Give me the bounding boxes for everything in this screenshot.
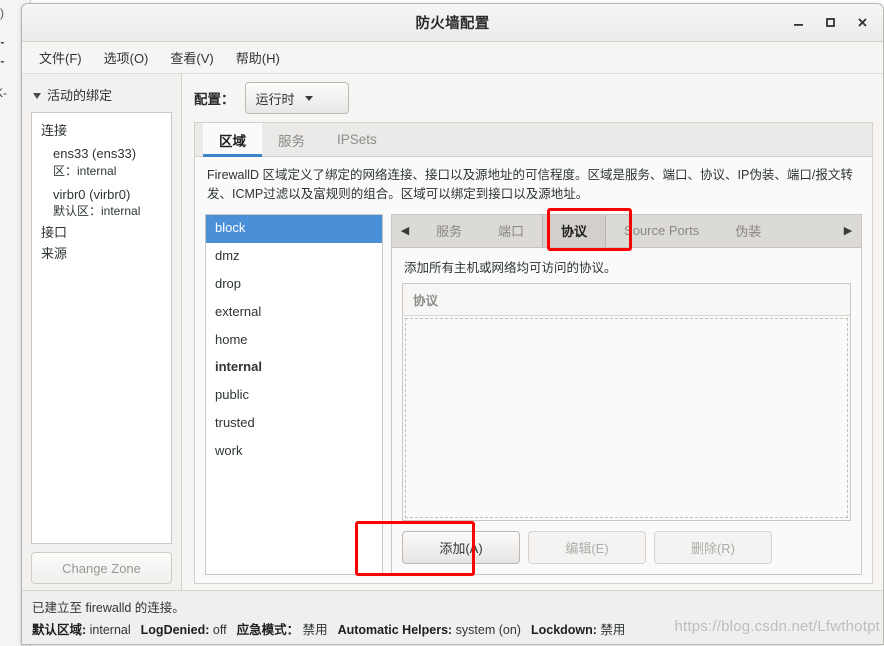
status-logdenied: LogDenied: off: [141, 623, 227, 637]
connection-zone: 区：internal: [53, 163, 117, 178]
zone-item-work[interactable]: work: [206, 438, 382, 466]
status-value: off: [212, 623, 227, 637]
edit-button: 编辑(E): [528, 531, 646, 564]
menubar: 文件(F) 选项(O) 查看(V) 帮助(H): [22, 42, 883, 74]
status-key: 应急模式：: [236, 623, 300, 637]
status-value: system (on): [455, 623, 521, 637]
main-body: 活动的绑定 连接 ens33 (ens33) 区：internal virbr0…: [22, 74, 883, 590]
status-items: 默认区域: internal LogDenied: off 应急模式： 禁用 A…: [32, 619, 873, 638]
background-fragment-3: l-: [0, 54, 5, 68]
bindings-list[interactable]: 连接 ens33 (ens33) 区：internal virbr0 (virb…: [31, 112, 172, 544]
connection-item-ens33[interactable]: ens33 (ens33) 区：internal: [41, 141, 162, 182]
zone-item-block[interactable]: block: [206, 214, 382, 243]
status-automatic-helpers: Automatic Helpers: system (on): [338, 623, 521, 637]
protocol-table-body[interactable]: [405, 317, 848, 518]
main-notebook: 区域 服务 IPSets FirewallD 区域定义了绑定的网络连接、接口以及…: [194, 122, 873, 584]
background-fragment-4: K-: [0, 86, 7, 100]
zone-subtabs: ◀ 服务 端口 协议 Source Ports 伪装 ▶: [392, 214, 861, 248]
status-panic-mode: 应急模式： 禁用: [237, 619, 328, 638]
connection-name: virbr0 (virbr0): [53, 186, 131, 202]
menu-help[interactable]: 帮助(H): [227, 45, 289, 70]
connection-status-message: 已建立至 firewalld 的连接。: [32, 601, 185, 615]
active-bindings-expander[interactable]: 活动的绑定: [31, 82, 172, 112]
window-title: 防火墙配置: [415, 16, 490, 32]
minimize-icon[interactable]: [783, 9, 813, 37]
tab-zones[interactable]: 区域: [203, 123, 262, 157]
zone-item-trusted[interactable]: trusted: [206, 410, 382, 438]
firewall-config-window: 防火墙配置 文件(F) 选项(O) 查看(V) 帮助(H) 活动的绑定 连接 e…: [21, 3, 884, 645]
subtab-spacer: [779, 215, 835, 247]
connection-zone: 默认区：internal: [53, 204, 141, 219]
tab-ipsets[interactable]: IPSets: [321, 123, 393, 156]
configuration-label: 配置：: [194, 92, 235, 107]
bindings-group-interfaces: 接口: [41, 225, 68, 241]
zone-item-external[interactable]: external: [206, 298, 382, 326]
zone-item-home[interactable]: home: [206, 326, 382, 354]
active-bindings-label: 活动的绑定: [47, 88, 113, 103]
titlebar[interactable]: 防火墙配置: [22, 4, 883, 42]
status-value: 禁用: [600, 623, 626, 637]
zone-list[interactable]: block dmz drop external home internal pu…: [205, 213, 383, 575]
active-bindings-pane: 活动的绑定 连接 ens33 (ens33) 区：internal virbr0…: [22, 74, 182, 590]
subtab-services[interactable]: 服务: [418, 215, 480, 247]
menu-view[interactable]: 查看(V): [161, 45, 222, 70]
chevron-down-icon: [304, 95, 313, 101]
statusbar: 已建立至 firewalld 的连接。 默认区域: internal LogDe…: [22, 590, 883, 644]
menu-options[interactable]: 选项(O): [95, 45, 158, 70]
tab-services[interactable]: 服务: [262, 123, 321, 156]
status-key: 默认区域:: [32, 623, 87, 637]
status-default-zone: 默认区域: internal: [32, 619, 131, 638]
status-key: Lockdown:: [530, 623, 597, 637]
status-value: 禁用: [302, 623, 328, 637]
subtab-masquerade[interactable]: 伪装: [717, 215, 779, 247]
background-fragment-2: l-: [0, 35, 5, 49]
add-button[interactable]: 添加(A): [402, 531, 520, 564]
scroll-right-icon[interactable]: ▶: [835, 215, 861, 247]
subtab-protocols[interactable]: 协议: [542, 214, 607, 247]
status-key: LogDenied:: [140, 623, 210, 637]
scroll-left-icon[interactable]: ◀: [392, 215, 418, 247]
configuration-row: 配置： 运行时: [194, 82, 873, 122]
status-lockdown: Lockdown: 禁用: [531, 619, 625, 638]
zone-item-dmz[interactable]: dmz: [206, 243, 382, 271]
protocol-table[interactable]: 协议: [402, 282, 851, 521]
background-fragment-1: s): [0, 6, 4, 20]
chevron-down-icon: [33, 92, 41, 99]
change-zone-button[interactable]: Change Zone: [31, 552, 172, 584]
protocol-buttons: 添加(A) 编辑(E) 删除(R): [402, 521, 851, 564]
zones-split: block dmz drop external home internal pu…: [205, 213, 862, 575]
status-key: Automatic Helpers:: [337, 623, 453, 637]
connection-name: ens33 (ens33): [53, 146, 137, 161]
window-controls: [783, 4, 877, 41]
zone-item-drop[interactable]: drop: [206, 270, 382, 298]
bindings-group-sources: 来源: [41, 246, 68, 262]
main-tabstrip: 区域 服务 IPSets: [195, 123, 872, 157]
connection-item-virbr0[interactable]: virbr0 (virbr0) 默认区：internal: [41, 182, 162, 223]
subtab-source-ports[interactable]: Source Ports: [606, 215, 717, 247]
zone-item-internal[interactable]: internal: [206, 354, 382, 382]
subtab-ports[interactable]: 端口: [480, 215, 542, 247]
configuration-selected-value: 运行时: [255, 91, 295, 107]
zones-tab-content: FirewallD 区域定义了绑定的网络连接、接口以及源地址的可信程度。区域是服…: [195, 157, 872, 583]
status-value: internal: [89, 623, 131, 637]
close-icon[interactable]: [847, 9, 877, 37]
firewall-config-screen: s) l- l- K- 防火墙配置 文件(F) 选项(O): [0, 0, 884, 646]
bindings-group-connections: 连接: [41, 123, 68, 138]
zone-description: FirewallD 区域定义了绑定的网络连接、接口以及源地址的可信程度。区域是服…: [207, 168, 853, 202]
protocols-panel: 添加所有主机或网络均可访问的协议。 协议 添加(A) 编辑(E) 删除(R): [392, 248, 861, 574]
protocol-column-header: 协议: [403, 283, 850, 316]
remove-button: 删除(R): [654, 531, 772, 564]
zone-detail-pane: ◀ 服务 端口 协议 Source Ports 伪装 ▶ 添加所有主机或网络均可…: [391, 213, 862, 575]
maximize-icon[interactable]: [815, 9, 845, 37]
configuration-select[interactable]: 运行时: [244, 82, 349, 114]
protocols-description: 添加所有主机或网络均可访问的协议。: [404, 260, 617, 275]
menu-file[interactable]: 文件(F): [30, 45, 91, 70]
content-pane: 配置： 运行时 区域 服务 IPSets FirewallD 区域定义了绑定的网…: [182, 74, 883, 590]
zone-item-public[interactable]: public: [206, 382, 382, 410]
